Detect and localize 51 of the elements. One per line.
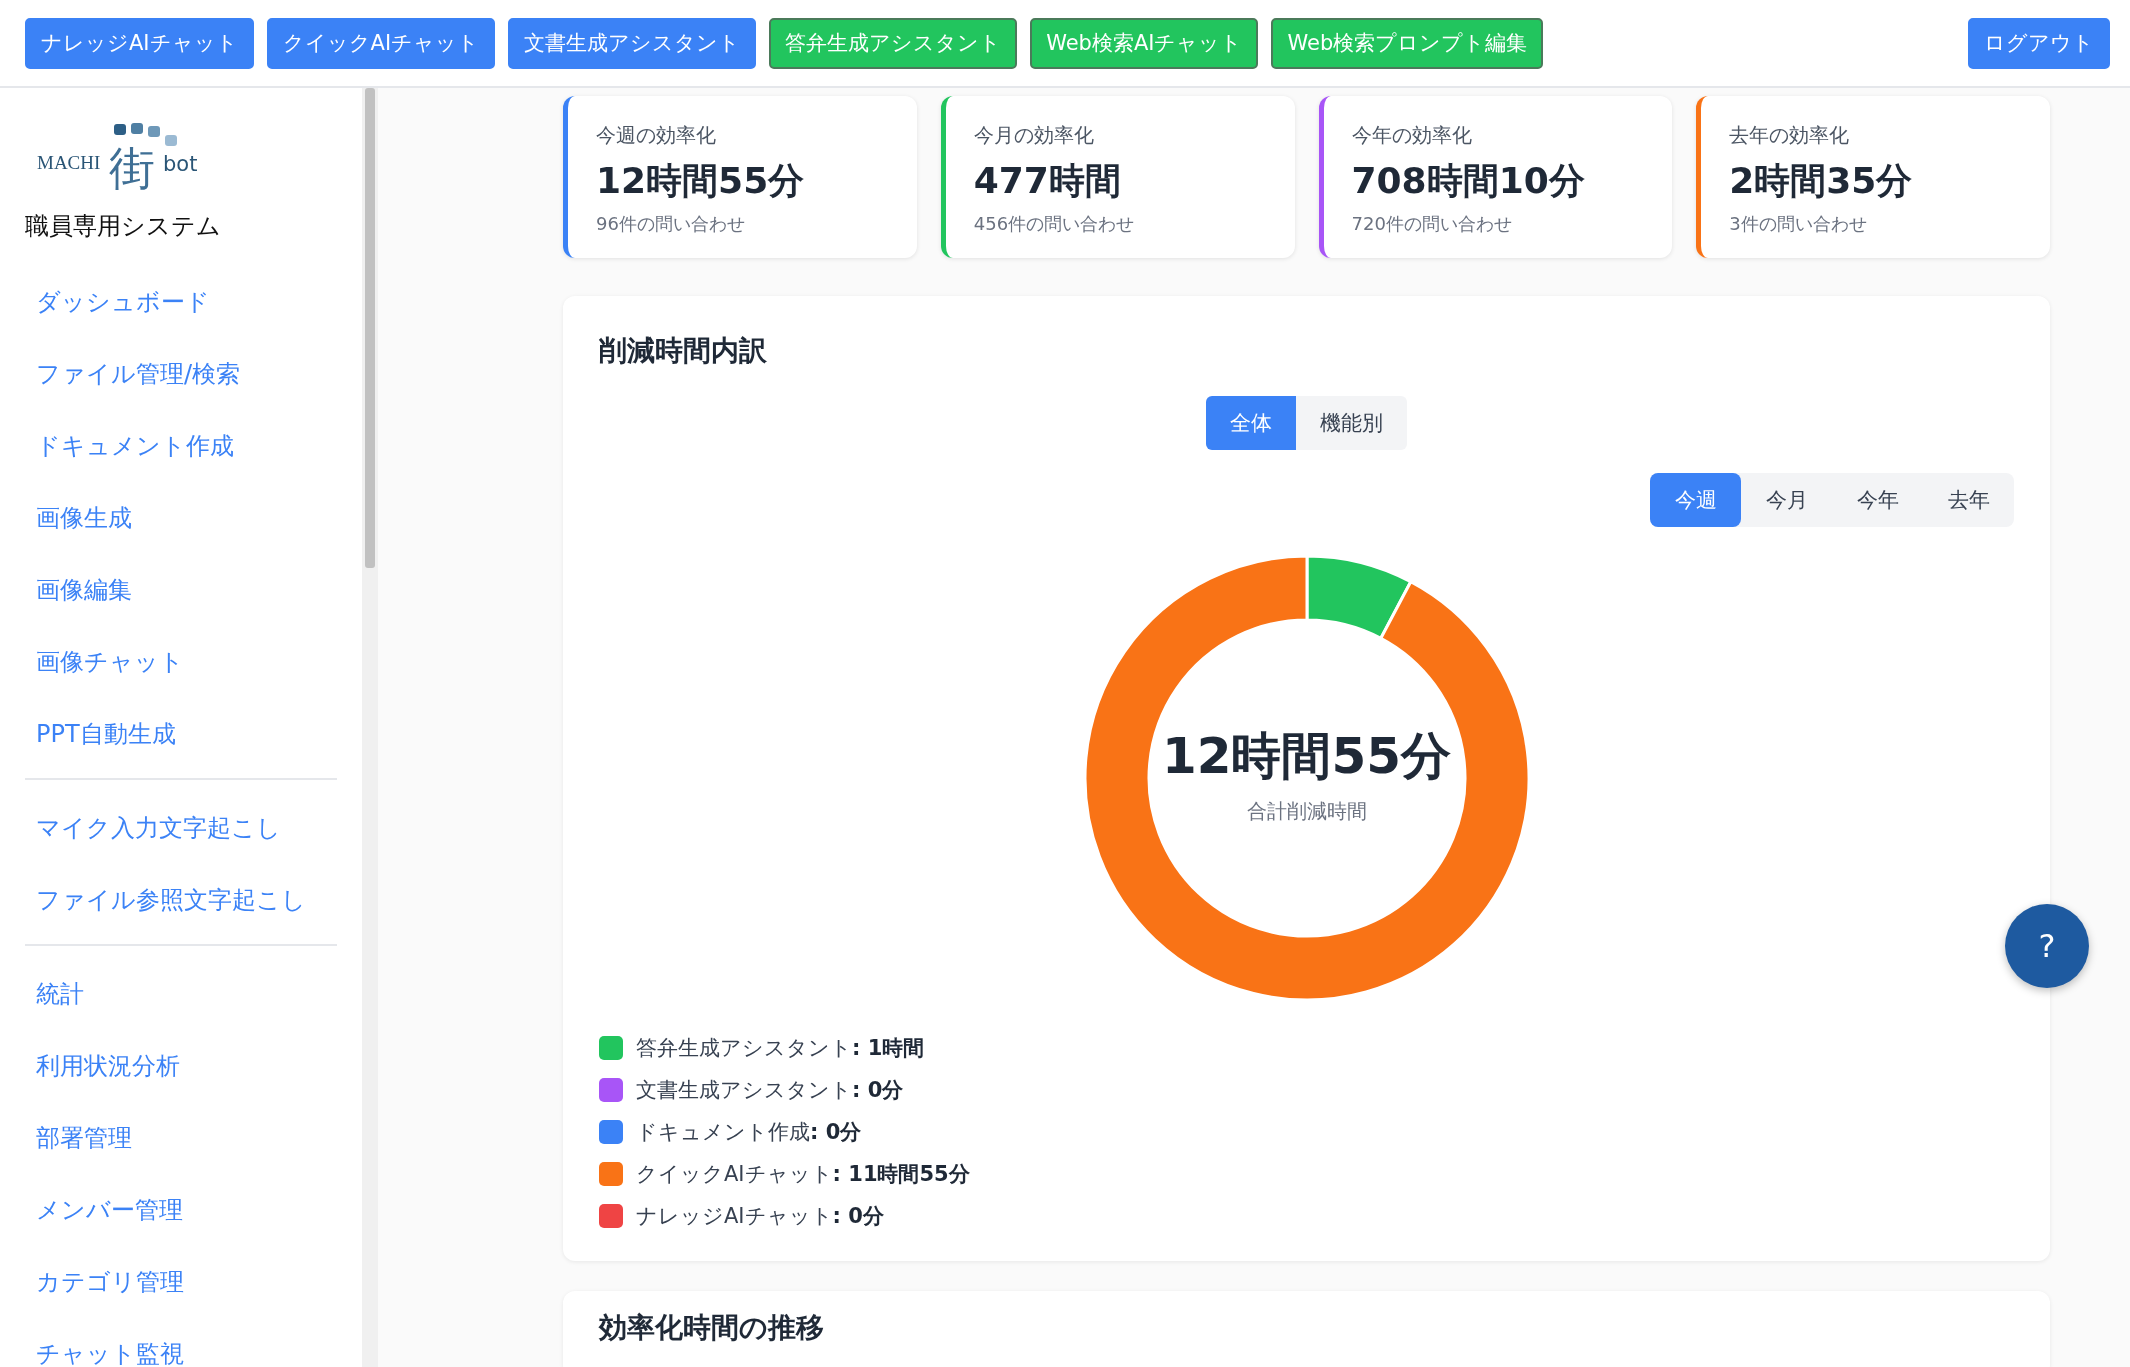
stat-value: 2時間35分 <box>1729 159 1914 203</box>
sidebar-link[interactable]: ファイル参照文字起こし <box>25 864 337 936</box>
nav-button[interactable]: 答弁生成アシスタント <box>769 17 1018 69</box>
sidebar-link[interactable]: ダッシュボード <box>25 266 337 338</box>
nav-button[interactable]: 文書生成アシスタント <box>508 17 757 69</box>
legend-label: 答弁生成アシスタント: 1時間 <box>636 1035 925 1062</box>
view-toggle[interactable]: 全体 <box>1206 396 1296 450</box>
total-label: 合計削減時間 <box>1246 798 1367 825</box>
stat-value: 477時間 <box>973 159 1122 203</box>
stat-note: 3件の問い合わせ <box>1729 212 1868 236</box>
sidebar-link[interactable]: ファイル管理/検索 <box>25 338 337 410</box>
legend-label: クイックAIチャット: 11時間55分 <box>636 1161 970 1188</box>
stat-label: 今年の効率化 <box>1351 122 1473 149</box>
stat-note: 720件の問い合わせ <box>1351 212 1513 236</box>
sidebar-link[interactable]: 画像編集 <box>25 554 337 626</box>
section-title: 効率化時間の推移 <box>599 1310 825 1346</box>
period-tab[interactable]: 今年 <box>1832 473 1923 527</box>
legend-label: ドキュメント作成: 0分 <box>636 1119 862 1146</box>
stat-label: 去年の効率化 <box>1729 122 1851 149</box>
sidebar-link[interactable]: ドキュメント作成 <box>25 410 337 482</box>
sidebar-link[interactable]: チャット監視 <box>25 1318 337 1367</box>
stat-value: 12時間55分 <box>596 159 806 203</box>
sidebar-link[interactable]: 利用状況分析 <box>25 1030 337 1102</box>
period-tab[interactable]: 今週 <box>1650 473 1741 527</box>
system-title: 職員専用システム <box>25 211 222 242</box>
period-tab[interactable]: 去年 <box>1923 473 2014 527</box>
sidebar-link[interactable]: 画像生成 <box>25 482 337 554</box>
nav-button[interactable]: ナレッジAIチャット <box>25 17 254 69</box>
legend-label: 文書生成アシスタント: 0分 <box>636 1077 904 1104</box>
sidebar-link[interactable]: メンバー管理 <box>25 1174 337 1246</box>
total-value: 12時間55分 <box>1161 726 1452 787</box>
nav-button[interactable]: クイックAIチャット <box>266 17 496 69</box>
sidebar-link[interactable]: 画像チャット <box>25 626 337 698</box>
sidebar-link[interactable]: PPT自動生成 <box>25 698 337 770</box>
sidebar-link[interactable]: 統計 <box>25 958 337 1030</box>
nav-button[interactable]: Web検索AIチャット <box>1030 17 1259 69</box>
nav-button[interactable]: Web検索プロンプト編集 <box>1271 17 1544 69</box>
stat-label: 今週の効率化 <box>596 122 717 149</box>
sidebar-link[interactable]: マイク入力文字起こし <box>25 792 337 864</box>
sidebar-link[interactable]: 部署管理 <box>25 1102 337 1174</box>
view-toggle[interactable]: 機能別 <box>1296 396 1407 450</box>
legend-label: ナレッジAIチャット: 0分 <box>636 1203 884 1230</box>
stat-note: 456件の問い合わせ <box>973 212 1136 236</box>
stat-note: 96件の問い合わせ <box>596 212 746 236</box>
stat-label: 今月の効率化 <box>973 122 1095 149</box>
stat-value: 708時間10分 <box>1351 159 1586 203</box>
scrollbar[interactable] <box>362 88 378 1367</box>
section-title: 削減時間内訳 <box>599 333 768 369</box>
logout-button[interactable]: ログアウト <box>1968 17 2110 69</box>
period-tab[interactable]: 今月 <box>1741 473 1832 527</box>
sidebar-link[interactable]: カテゴリ管理 <box>25 1246 337 1318</box>
